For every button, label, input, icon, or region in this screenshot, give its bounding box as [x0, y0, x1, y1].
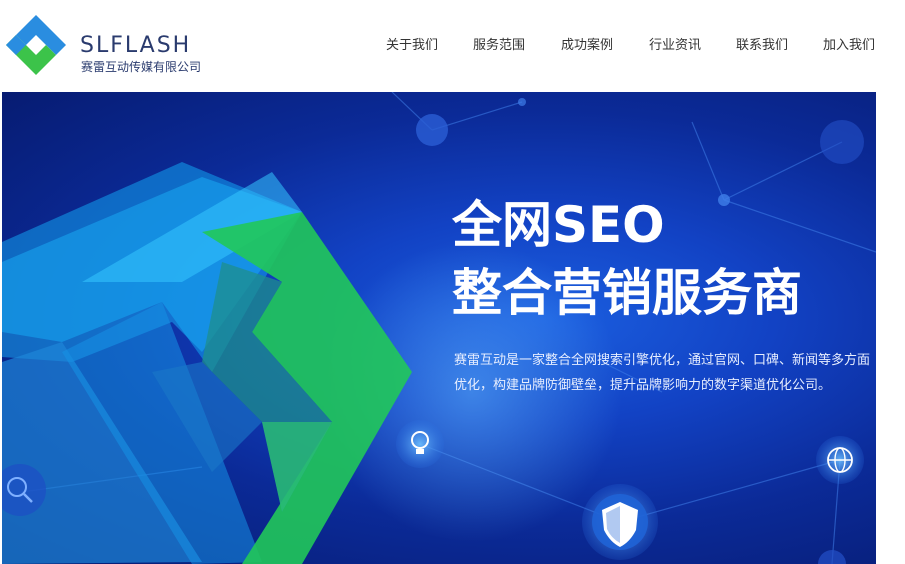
site-header: SLFLASH 赛雷互动传媒有限公司 关于我们 服务范围 成功案例 行业资讯 联… [0, 0, 905, 92]
hero-banner: 全网SEO 整合营销服务商 赛雷互动是一家整合全网搜索引擎优化，通过官网、口碑、… [2, 92, 876, 564]
shield-icon [582, 484, 658, 560]
hero-description: 赛雷互动是一家整合全网搜索引擎优化，通过官网、口碑、新闻等多方面优化，构建品牌防… [454, 353, 871, 393]
logo-company-name: 赛雷互动传媒有限公司 [81, 60, 202, 74]
nav-join[interactable]: 加入我们 [823, 36, 875, 56]
network-node-icon [416, 114, 448, 146]
logo-wordmark: SLFLASH [80, 33, 192, 58]
nav-contact[interactable]: 联系我们 [736, 36, 788, 56]
globe-icon [816, 436, 864, 484]
page-margin [876, 92, 905, 564]
hero-artwork [2, 92, 876, 564]
hero-title: 全网SEO [452, 196, 665, 254]
nav-services[interactable]: 服务范围 [473, 36, 525, 56]
nav-news[interactable]: 行业资讯 [649, 36, 701, 56]
nav-cases[interactable]: 成功案例 [561, 36, 613, 56]
logo-mark-icon [6, 15, 66, 75]
logo[interactable]: SLFLASH 赛雷互动传媒有限公司 [4, 13, 224, 77]
lightbulb-icon [396, 420, 444, 468]
nav-about[interactable]: 关于我们 [386, 36, 438, 56]
hero-subtitle: 整合营销服务商 [452, 264, 802, 322]
